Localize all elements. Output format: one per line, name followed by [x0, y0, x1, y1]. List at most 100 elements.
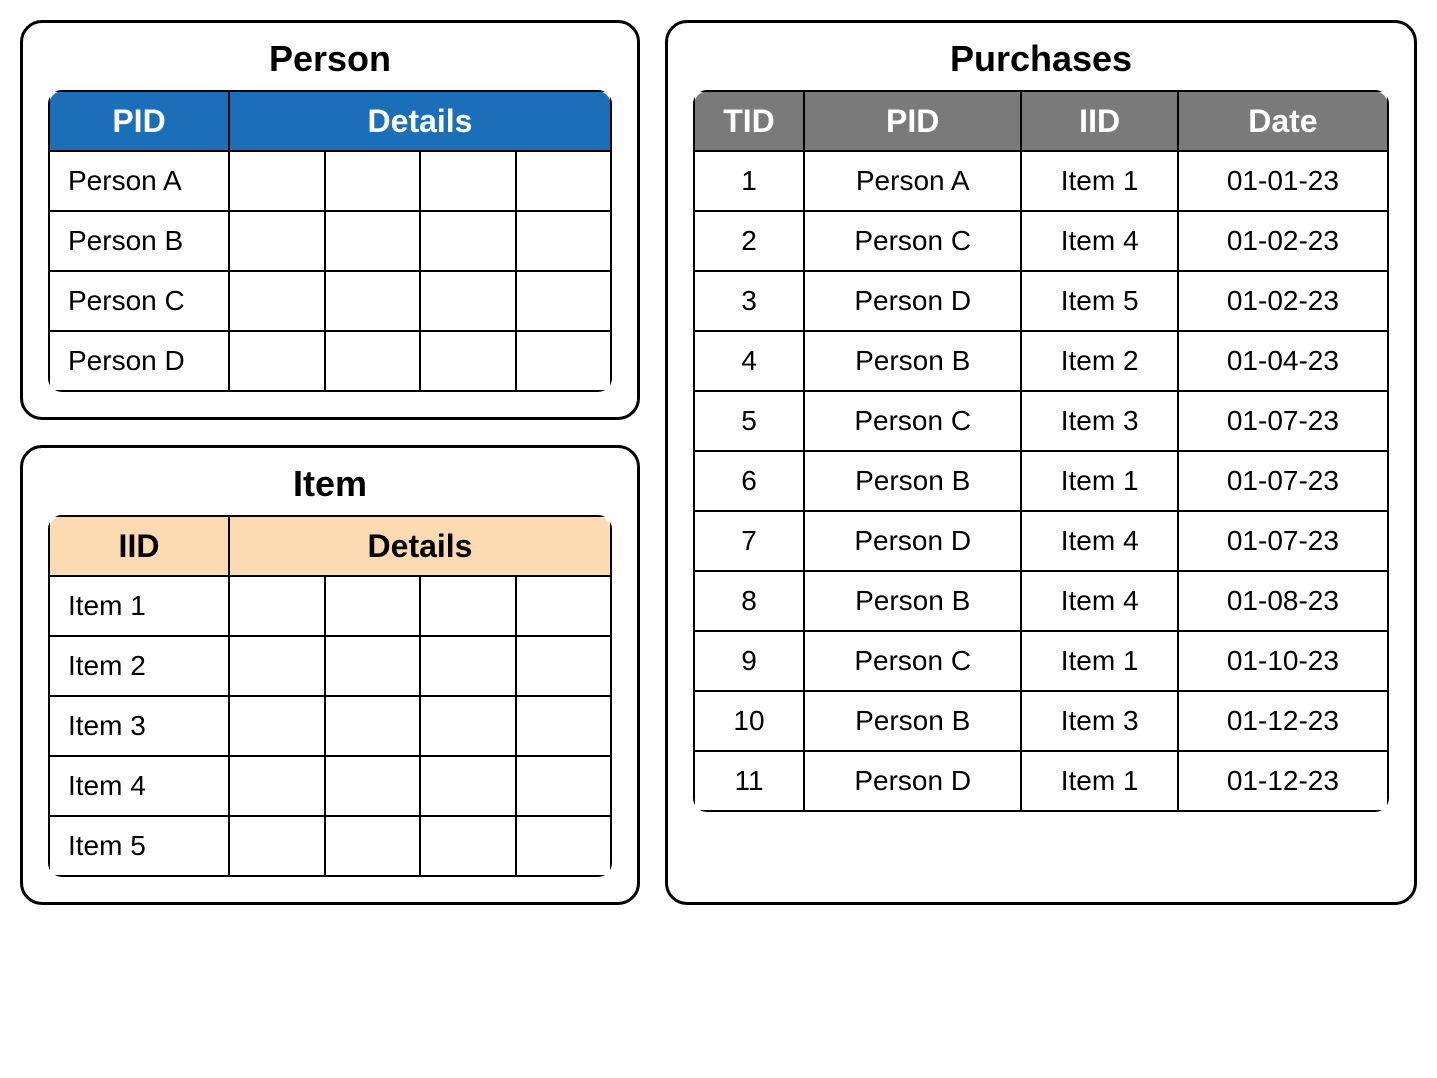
empty-cell [420, 816, 516, 876]
purchases-iid-cell: Item 1 [1021, 151, 1177, 211]
purchases-tid-cell: 10 [694, 691, 804, 751]
purchases-date-cell: 01-08-23 [1178, 571, 1388, 631]
person-header-details: Details [229, 91, 611, 151]
empty-cell [420, 636, 516, 696]
purchases-date-cell: 01-07-23 [1178, 511, 1388, 571]
purchases-pid-cell: Person C [804, 631, 1021, 691]
item-iid-cell: Item 4 [49, 756, 229, 816]
table-row: Person A [49, 151, 611, 211]
purchases-date-cell: 01-02-23 [1178, 271, 1388, 331]
table-row: 11 Person D Item 1 01-12-23 [694, 751, 1388, 811]
empty-cell [420, 211, 516, 271]
item-iid-cell: Item 2 [49, 636, 229, 696]
empty-cell [229, 636, 325, 696]
person-header-pid: PID [49, 91, 229, 151]
table-row: 9 Person C Item 1 01-10-23 [694, 631, 1388, 691]
table-row: Person C [49, 271, 611, 331]
empty-cell [420, 331, 516, 391]
purchases-pid-cell: Person C [804, 391, 1021, 451]
purchases-iid-cell: Item 1 [1021, 751, 1177, 811]
empty-cell [229, 576, 325, 636]
purchases-tid-cell: 4 [694, 331, 804, 391]
purchases-tid-cell: 9 [694, 631, 804, 691]
empty-cell [420, 576, 516, 636]
item-table-card: Item IID Details Item 1 Item 2 Item 3 [20, 445, 640, 905]
table-row: 7 Person D Item 4 01-07-23 [694, 511, 1388, 571]
empty-cell [229, 271, 325, 331]
purchases-date-cell: 01-12-23 [1178, 751, 1388, 811]
purchases-date-cell: 01-07-23 [1178, 391, 1388, 451]
purchases-pid-cell: Person A [804, 151, 1021, 211]
table-row: 6 Person B Item 1 01-07-23 [694, 451, 1388, 511]
item-header-iid: IID [49, 516, 229, 576]
empty-cell [325, 576, 421, 636]
purchases-table-card: Purchases TID PID IID Date 1 Person A It… [665, 20, 1417, 905]
purchases-header-pid: PID [804, 91, 1021, 151]
empty-cell [516, 636, 612, 696]
purchases-iid-cell: Item 1 [1021, 631, 1177, 691]
table-row: 4 Person B Item 2 01-04-23 [694, 331, 1388, 391]
purchases-pid-cell: Person B [804, 331, 1021, 391]
empty-cell [325, 271, 421, 331]
empty-cell [516, 331, 612, 391]
empty-cell [516, 271, 612, 331]
purchases-header-date: Date [1178, 91, 1388, 151]
empty-cell [325, 151, 421, 211]
item-iid-cell: Item 5 [49, 816, 229, 876]
purchases-date-cell: 01-04-23 [1178, 331, 1388, 391]
empty-cell [325, 211, 421, 271]
person-table: PID Details Person A Person B Person C P… [48, 90, 612, 392]
empty-cell [229, 151, 325, 211]
purchases-iid-cell: Item 1 [1021, 451, 1177, 511]
purchases-pid-cell: Person C [804, 211, 1021, 271]
empty-cell [229, 696, 325, 756]
person-pid-cell: Person B [49, 211, 229, 271]
purchases-tid-cell: 7 [694, 511, 804, 571]
purchases-title: Purchases [693, 38, 1389, 80]
purchases-iid-cell: Item 4 [1021, 211, 1177, 271]
table-row: Person B [49, 211, 611, 271]
purchases-iid-cell: Item 4 [1021, 571, 1177, 631]
item-header-details: Details [229, 516, 611, 576]
empty-cell [325, 331, 421, 391]
empty-cell [516, 816, 612, 876]
empty-cell [325, 756, 421, 816]
empty-cell [420, 756, 516, 816]
item-iid-cell: Item 1 [49, 576, 229, 636]
empty-cell [229, 331, 325, 391]
purchases-tid-cell: 1 [694, 151, 804, 211]
table-row: 5 Person C Item 3 01-07-23 [694, 391, 1388, 451]
empty-cell [325, 696, 421, 756]
table-row: Item 5 [49, 816, 611, 876]
purchases-iid-cell: Item 4 [1021, 511, 1177, 571]
empty-cell [420, 151, 516, 211]
purchases-iid-cell: Item 5 [1021, 271, 1177, 331]
purchases-pid-cell: Person D [804, 271, 1021, 331]
item-iid-cell: Item 3 [49, 696, 229, 756]
empty-cell [325, 636, 421, 696]
purchases-header-iid: IID [1021, 91, 1177, 151]
table-row: 2 Person C Item 4 01-02-23 [694, 211, 1388, 271]
schema-diagram: Person PID Details Person A Person B Per… [20, 20, 1417, 905]
table-row: 10 Person B Item 3 01-12-23 [694, 691, 1388, 751]
person-header-row: PID Details [49, 91, 611, 151]
item-title: Item [48, 463, 612, 505]
purchases-pid-cell: Person B [804, 571, 1021, 631]
person-pid-cell: Person C [49, 271, 229, 331]
purchases-date-cell: 01-10-23 [1178, 631, 1388, 691]
empty-cell [420, 696, 516, 756]
purchases-tid-cell: 11 [694, 751, 804, 811]
table-row: 1 Person A Item 1 01-01-23 [694, 151, 1388, 211]
empty-cell [325, 816, 421, 876]
purchases-tid-cell: 8 [694, 571, 804, 631]
person-pid-cell: Person D [49, 331, 229, 391]
purchases-tid-cell: 3 [694, 271, 804, 331]
purchases-pid-cell: Person B [804, 451, 1021, 511]
purchases-date-cell: 01-01-23 [1178, 151, 1388, 211]
purchases-iid-cell: Item 2 [1021, 331, 1177, 391]
purchases-header-tid: TID [694, 91, 804, 151]
empty-cell [516, 211, 612, 271]
person-table-card: Person PID Details Person A Person B Per… [20, 20, 640, 420]
empty-cell [516, 756, 612, 816]
empty-cell [229, 756, 325, 816]
